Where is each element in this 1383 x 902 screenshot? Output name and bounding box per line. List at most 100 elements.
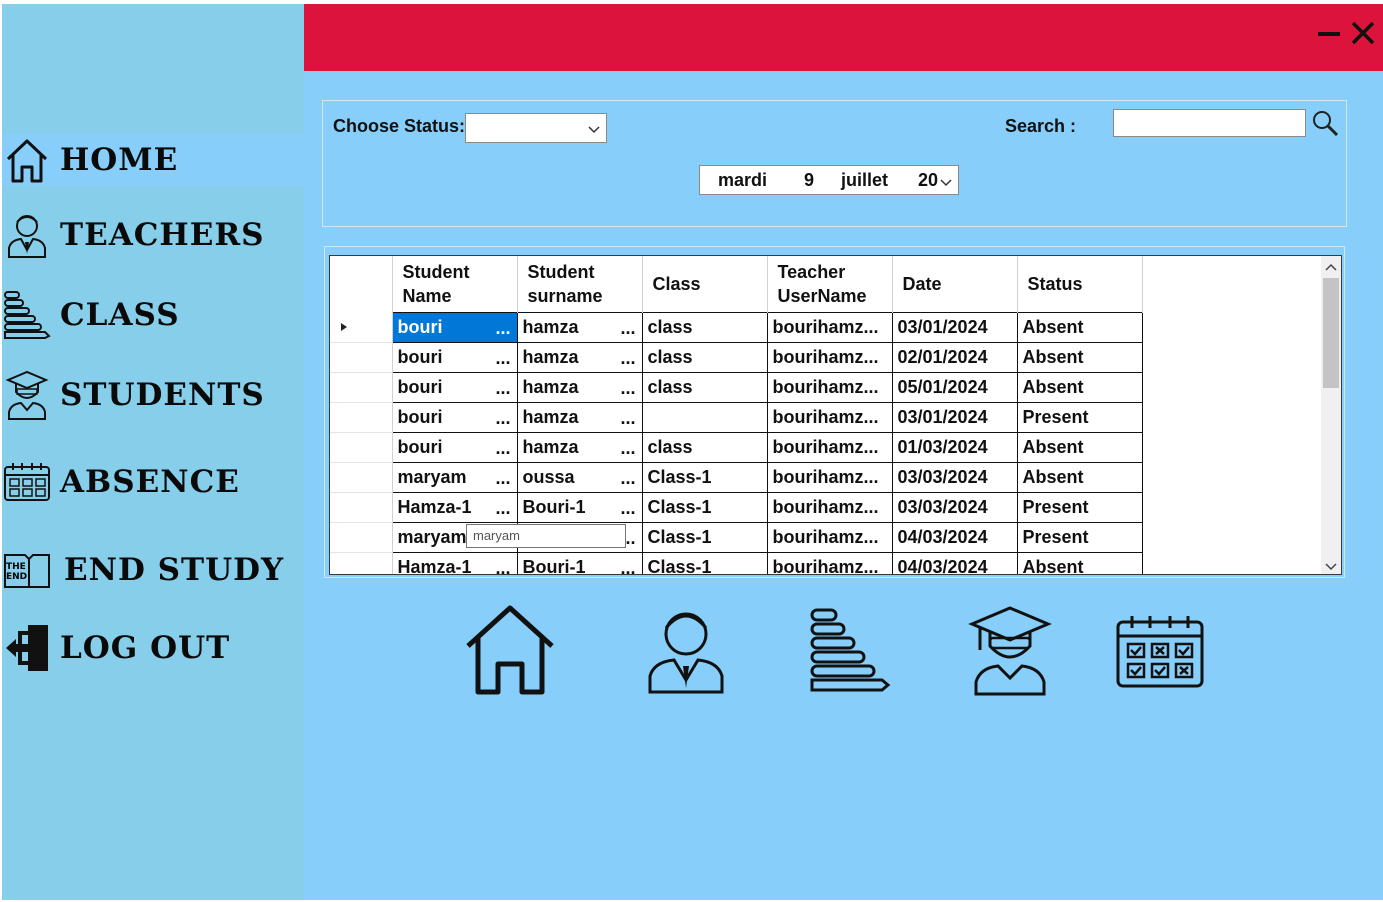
vertical-scrollbar[interactable] <box>1321 256 1341 574</box>
table-row[interactable]: bouri... hamza... class bourihamz... 02/01/2… <box>330 341 1143 373</box>
table-cell-name[interactable]: Hamza-1... <box>391 551 518 574</box>
table-cell-name[interactable]: bouri... <box>391 341 518 373</box>
table-cell-teacher[interactable]: bourihamz... <box>766 551 893 574</box>
sidebar-item-end-study[interactable]: THE END END STUDY <box>2 544 304 596</box>
table-cell-class[interactable]: class <box>641 311 768 343</box>
calendar-icon[interactable] <box>1116 614 1204 693</box>
table-cell-status[interactable]: Present <box>1016 401 1143 433</box>
table-cell-class[interactable]: Class-1 <box>641 491 768 523</box>
table-cell-surname[interactable]: hamza... <box>516 311 643 343</box>
table-cell-name[interactable]: Hamza-1... <box>391 491 518 523</box>
table-row[interactable]: maryam... oussa... Class-1 bourihamz... 03/0… <box>330 461 1143 493</box>
table-cell-class[interactable] <box>641 401 768 433</box>
table-cell-name[interactable]: bouri... <box>391 401 518 433</box>
table-cell-name[interactable]: bouri... <box>391 311 518 343</box>
table-row[interactable]: bouri... hamza... class bourihamz... 03/01/2… <box>330 311 1143 343</box>
row-header[interactable] <box>330 552 393 574</box>
table-row[interactable]: bouri... hamza... bourihamz... 03/01/2024 Pr… <box>330 401 1143 433</box>
table-cell-status[interactable]: Absent <box>1016 551 1143 574</box>
cell-ellipsis-button[interactable]: ... <box>620 468 635 489</box>
table-cell-date[interactable]: 01/03/2024 <box>891 431 1018 463</box>
status-dropdown[interactable] <box>465 113 607 143</box>
sidebar-item-logout[interactable]: LOG OUT <box>2 622 304 674</box>
table-cell-date[interactable]: 04/03/2024 <box>891 521 1018 553</box>
cell-ellipsis-button[interactable]: ... <box>620 318 635 339</box>
cell-ellipsis-button[interactable]: ... <box>620 408 635 429</box>
search-input[interactable] <box>1113 109 1306 137</box>
table-cell-class[interactable]: class <box>641 431 768 463</box>
cell-ellipsis-button[interactable]: ... <box>495 438 510 459</box>
table-cell-status[interactable]: Present <box>1016 491 1143 523</box>
cell-ellipsis-button[interactable]: ... <box>495 378 510 399</box>
table-cell-date[interactable]: 02/01/2024 <box>891 341 1018 373</box>
table-cell-date[interactable]: 04/03/2024 <box>891 551 1018 574</box>
table-cell-surname[interactable]: hamza... <box>516 371 643 403</box>
column-header-teacher-username[interactable]: Teacher UserName <box>767 256 893 312</box>
sidebar-item-students[interactable]: STUDENTS <box>2 369 304 421</box>
column-header-class[interactable]: Class <box>642 256 768 312</box>
row-header[interactable] <box>330 432 393 463</box>
scrollbar-thumb[interactable] <box>1323 278 1339 388</box>
cell-ellipsis-button[interactable]: ... <box>495 348 510 369</box>
table-cell-teacher[interactable]: bourihamz... <box>766 401 893 433</box>
home-icon[interactable] <box>464 604 556 701</box>
search-icon[interactable] <box>1311 109 1339 142</box>
table-cell-class[interactable]: class <box>641 341 768 373</box>
table-row[interactable]: maryam......Class-1bourihamz...04/03/202… <box>330 521 1143 553</box>
table-cell-teacher[interactable]: bourihamz... <box>766 371 893 403</box>
row-header[interactable] <box>330 372 393 403</box>
table-cell-teacher[interactable]: bourihamz... <box>766 431 893 463</box>
table-cell-date[interactable]: 03/03/2024 <box>891 461 1018 493</box>
table-cell-status[interactable]: Absent <box>1016 341 1143 373</box>
table-cell-surname[interactable]: Bouri-1... <box>516 551 643 575</box>
table-cell-name[interactable]: maryam... <box>391 461 518 493</box>
cell-ellipsis-button[interactable]: ... <box>620 348 635 369</box>
class-icon[interactable] <box>808 604 892 701</box>
table-cell-teacher[interactable]: bourihamz... <box>766 311 893 343</box>
table-cell-date[interactable]: 03/03/2024 <box>891 491 1018 523</box>
column-header-student-surname[interactable]: Student surname <box>517 256 643 312</box>
sidebar-item-home[interactable]: HOME <box>2 134 304 186</box>
row-header[interactable] <box>330 462 393 493</box>
table-cell-teacher[interactable]: bourihamz... <box>766 491 893 523</box>
table-row[interactable]: Hamza-1... Bouri-1... Class-1 bourihamz... 0… <box>330 491 1143 523</box>
table-row[interactable]: bouri... hamza... class bourihamz... 05/01/2… <box>330 371 1143 403</box>
sidebar-item-teachers[interactable]: TEACHERS <box>2 209 304 261</box>
cell-ellipsis-button[interactable]: ... <box>620 498 635 519</box>
table-cell-teacher[interactable]: bourihamz... <box>766 341 893 373</box>
cell-ellipsis-button[interactable]: ... <box>620 438 635 459</box>
column-header-status[interactable]: Status <box>1017 256 1143 312</box>
scroll-up-icon[interactable] <box>1325 260 1337 278</box>
table-cell-name[interactable]: bouri... <box>391 431 518 463</box>
scroll-down-icon[interactable] <box>1325 558 1337 574</box>
table-cell-name[interactable]: bouri... <box>391 371 518 403</box>
cell-ellipsis-button[interactable]: ... <box>495 408 510 429</box>
row-header[interactable] <box>330 312 393 343</box>
table-cell-surname[interactable]: oussa... <box>516 461 643 493</box>
table-cell-class[interactable]: Class-1 <box>641 551 768 574</box>
table-row[interactable]: bouri... hamza... class bourihamz... 01/03/2… <box>330 431 1143 463</box>
table-cell-status[interactable]: Present <box>1016 521 1143 553</box>
row-header[interactable] <box>330 402 393 433</box>
cell-ellipsis-button[interactable]: ... <box>495 318 510 339</box>
cell-ellipsis-button[interactable]: ... <box>495 468 510 489</box>
table-cell-surname[interactable]: hamza... <box>516 341 643 373</box>
column-header-student-name[interactable]: Student Name <box>392 256 518 312</box>
sidebar-item-absence[interactable]: ABSENCE <box>2 456 304 508</box>
table-cell-class[interactable]: Class-1 <box>641 521 768 553</box>
table-cell-status[interactable]: Absent <box>1016 461 1143 493</box>
table-cell-surname[interactable]: hamza... <box>516 431 643 463</box>
date-picker[interactable]: mardi 9 juillet 20 <box>699 165 959 195</box>
close-icon[interactable] <box>1348 18 1378 48</box>
table-cell-surname[interactable]: hamza... <box>516 401 643 433</box>
sidebar-item-class[interactable]: CLASS <box>2 289 304 341</box>
table-cell-status[interactable]: Absent <box>1016 371 1143 403</box>
cell-ellipsis-button[interactable]: ... <box>620 558 635 575</box>
table-cell-date[interactable]: 05/01/2024 <box>891 371 1018 403</box>
cell-ellipsis-button[interactable]: ... <box>620 378 635 399</box>
table-cell-status[interactable]: Absent <box>1016 311 1143 343</box>
teacher-icon[interactable] <box>646 604 726 701</box>
table-cell-date[interactable]: 03/01/2024 <box>891 401 1018 433</box>
table-cell-teacher[interactable]: bourihamz... <box>766 521 893 553</box>
table-cell-class[interactable]: Class-1 <box>641 461 768 493</box>
